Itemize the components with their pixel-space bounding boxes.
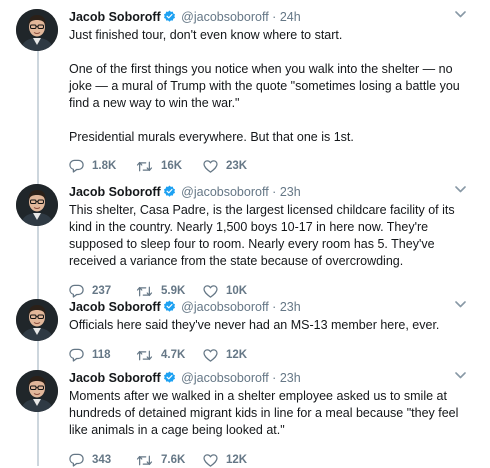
retweet-icon (136, 455, 153, 465)
author-name[interactable]: Jacob Soboroff (69, 10, 161, 24)
tweet-text: This shelter, Casa Padre, is the largest… (69, 203, 455, 268)
header-separator: · (272, 185, 277, 199)
tweet-timestamp[interactable]: 23h (280, 371, 301, 385)
tweet-text: Moments after we walked in a shelter emp… (69, 389, 459, 437)
author-name[interactable]: Jacob Soboroff (69, 300, 161, 314)
verified-badge-icon (163, 10, 176, 28)
retweet-count: 16K (161, 160, 183, 172)
chevron-down-icon[interactable] (455, 186, 466, 193)
chevron-down-icon[interactable] (455, 372, 466, 379)
heart-icon (203, 453, 218, 467)
tweet-actions: 237 5.9K 10K (69, 283, 469, 299)
reply-button[interactable]: 1.8K (69, 159, 136, 173)
heart-icon (203, 348, 218, 362)
verified-badge-icon (163, 371, 176, 389)
author-name[interactable]: Jacob Soboroff (69, 371, 161, 385)
author-handle[interactable]: @jacobsoboroff (181, 300, 269, 314)
like-button[interactable]: 12K (203, 348, 270, 362)
reply-count: 118 (92, 349, 111, 361)
reply-count: 343 (92, 454, 112, 466)
tweet-header: Jacob Soboroff @jacobsoboroff · 24h (69, 8, 469, 26)
heart-icon (203, 284, 218, 298)
tweet-text: Officials here said they've never had an… (69, 318, 440, 332)
like-button[interactable]: 12K (203, 453, 270, 467)
author-name[interactable]: Jacob Soboroff (69, 185, 161, 199)
tweet-timestamp[interactable]: 24h (280, 10, 301, 24)
tweet-actions: 1.8K 16K 23K (69, 158, 469, 174)
author-handle[interactable]: @jacobsoboroff (181, 371, 269, 385)
retweet-icon (136, 286, 153, 296)
author-handle[interactable]: @jacobsoboroff (181, 185, 269, 199)
reply-icon (69, 453, 84, 467)
tweet-content: Jacob Soboroff @jacobsoboroff · 23h Mome… (69, 369, 469, 468)
author-handle[interactable]: @jacobsoboroff (181, 10, 269, 24)
tweet-timestamp[interactable]: 23h (280, 300, 301, 314)
avatar[interactable] (16, 299, 58, 341)
verified-badge-icon (163, 300, 176, 318)
tweet-text: Just finished tour, don't even know wher… (69, 28, 460, 144)
heart-icon (203, 159, 218, 173)
retweet-icon (136, 161, 153, 171)
avatar[interactable] (16, 9, 58, 51)
reply-count: 237 (92, 285, 112, 297)
retweet-count: 5.9K (161, 285, 186, 297)
tweet-content: Jacob Soboroff @jacobsoboroff · 23h This… (69, 183, 469, 299)
reply-icon (69, 348, 84, 362)
retweet-button[interactable]: 7.6K (136, 454, 203, 467)
header-separator: · (272, 10, 277, 24)
tweet-timestamp[interactable]: 23h (280, 185, 301, 199)
reply-button[interactable]: 118 (69, 348, 136, 362)
retweet-count: 4.7K (161, 349, 186, 361)
tweet-content: Jacob Soboroff @jacobsoboroff · 23h Offi… (69, 298, 469, 363)
like-count: 23K (226, 160, 248, 172)
retweet-icon (136, 350, 153, 360)
like-count: 10K (226, 285, 248, 297)
reply-button[interactable]: 343 (69, 453, 136, 467)
tweet-actions: 118 4.7K 12K (69, 347, 469, 363)
tweet-header: Jacob Soboroff @jacobsoboroff · 23h (69, 369, 469, 387)
like-count: 12K (226, 349, 248, 361)
retweet-button[interactable]: 5.9K (136, 285, 203, 298)
tweet-content: Jacob Soboroff @jacobsoboroff · 24h Just… (69, 8, 469, 174)
avatar[interactable] (16, 370, 58, 412)
header-separator: · (272, 371, 277, 385)
reply-button[interactable]: 237 (69, 284, 136, 298)
tweet-header: Jacob Soboroff @jacobsoboroff · 23h (69, 298, 469, 316)
like-count: 12K (226, 454, 248, 466)
retweet-button[interactable]: 16K (136, 160, 203, 173)
reply-count: 1.8K (92, 160, 117, 172)
reply-icon (69, 284, 84, 298)
retweet-count: 7.6K (161, 454, 186, 466)
chevron-down-icon[interactable] (455, 301, 466, 308)
like-button[interactable]: 10K (203, 284, 270, 298)
header-separator: · (272, 300, 277, 314)
like-button[interactable]: 23K (203, 159, 270, 173)
chevron-down-icon[interactable] (455, 11, 466, 18)
verified-badge-icon (163, 185, 176, 203)
reply-icon (69, 159, 84, 173)
avatar[interactable] (16, 184, 58, 226)
tweet-header: Jacob Soboroff @jacobsoboroff · 23h (69, 183, 469, 201)
retweet-button[interactable]: 4.7K (136, 349, 203, 362)
